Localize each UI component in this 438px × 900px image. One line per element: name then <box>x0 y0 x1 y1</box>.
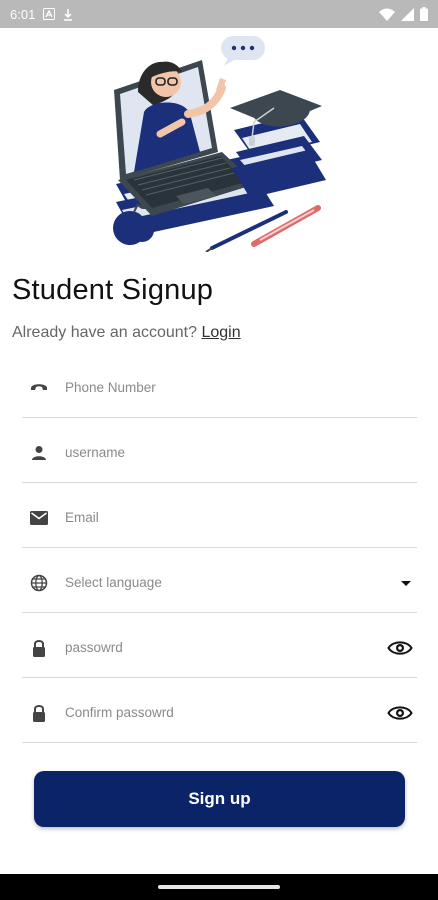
battery-icon <box>420 7 428 21</box>
login-prompt: Already have an account? Login <box>12 324 241 342</box>
person-icon <box>30 444 48 462</box>
home-gesture-handle[interactable] <box>158 885 280 889</box>
language-placeholder: Select language <box>65 575 162 590</box>
phone-icon <box>30 379 48 397</box>
globe-icon <box>30 574 48 592</box>
phone-number-field[interactable]: Phone Number <box>22 358 417 418</box>
page-title: Student Signup <box>12 274 214 306</box>
eye-visibility-icon[interactable] <box>387 704 413 722</box>
dropdown-arrow-icon[interactable] <box>399 576 413 590</box>
email-placeholder: Email <box>65 510 99 525</box>
navigation-bar <box>0 874 438 900</box>
confirm-password-field[interactable]: Confirm passowrd <box>22 683 417 743</box>
language-select[interactable]: Select language <box>22 553 417 613</box>
username-field[interactable]: username <box>22 423 417 483</box>
lock-icon <box>30 704 48 722</box>
student-laptop-illustration <box>113 36 326 252</box>
lock-icon <box>30 639 48 657</box>
notification-a-icon <box>43 8 56 20</box>
wifi-icon <box>379 8 395 21</box>
signup-button[interactable]: Sign up <box>34 771 405 827</box>
speech-bubble-icon <box>221 36 265 66</box>
password-field[interactable]: passowrd <box>22 618 417 678</box>
phone-number-placeholder: Phone Number <box>65 380 156 395</box>
email-field[interactable]: Email <box>22 488 417 548</box>
status-time: 6:01 <box>10 6 36 22</box>
status-bar: 6:01 <box>0 0 438 28</box>
login-link[interactable]: Login <box>201 324 240 341</box>
eye-visibility-icon[interactable] <box>387 639 413 657</box>
download-notification-icon <box>63 8 73 21</box>
username-placeholder: username <box>65 445 126 460</box>
confirm-password-placeholder: Confirm passowrd <box>65 705 174 720</box>
password-placeholder: passowrd <box>65 640 123 655</box>
login-prompt-text: Already have an account? <box>12 324 198 341</box>
cell-signal-icon <box>401 7 414 21</box>
mail-icon <box>30 509 48 527</box>
